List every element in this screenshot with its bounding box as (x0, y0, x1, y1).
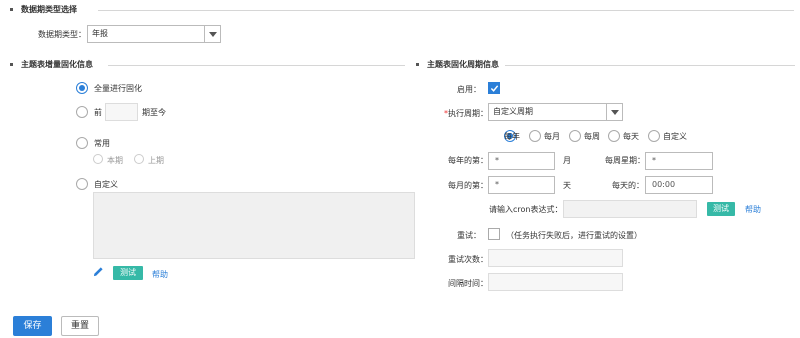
chevron-down-icon (606, 104, 622, 120)
radio-current-period-label: 本期 (107, 156, 123, 165)
section-title-incremental: 主题表增量固化信息 (10, 59, 93, 70)
freq-monthly-label: 每月 (544, 132, 560, 141)
freq-daily-radio[interactable] (608, 130, 620, 142)
freq-yearly-label: 每年 (504, 132, 520, 141)
period-label: *执行周期： (444, 108, 488, 119)
radio-previous-period[interactable] (134, 154, 144, 164)
freq-daily-label: 每天 (623, 132, 639, 141)
day-unit: 天 (563, 181, 571, 190)
prev-periods-input[interactable] (105, 103, 138, 121)
retry-label: 重试： (457, 231, 481, 240)
save-button[interactable]: 保存 (13, 316, 52, 336)
section-divider (98, 10, 794, 11)
radio-common[interactable] (76, 137, 88, 149)
radio-custom-label: 自定义 (94, 180, 118, 189)
year-day-label: 每年的第： (448, 156, 488, 165)
incremental-test-button[interactable]: 测试 (113, 266, 143, 280)
section-title-data-type: 数据期类型选择 (10, 4, 77, 15)
custom-expression-textarea[interactable] (93, 192, 415, 259)
section-bullet-icon (416, 63, 419, 66)
section-divider (108, 65, 405, 66)
freq-weekly-label: 每周 (584, 132, 600, 141)
radio-custom[interactable] (76, 178, 88, 190)
month-day-input[interactable]: * (488, 176, 555, 194)
week-input[interactable]: * (645, 152, 713, 170)
freq-custom-label: 自定义 (663, 132, 687, 141)
section-bullet-icon (10, 8, 13, 11)
radio-full[interactable] (76, 82, 88, 94)
period-value: 自定义周期 (493, 107, 533, 116)
section-title-text: 主题表增量固化信息 (21, 60, 93, 69)
data-type-select[interactable]: 年报 (87, 25, 221, 43)
year-day-input[interactable]: * (488, 152, 555, 170)
cron-input[interactable] (563, 200, 697, 218)
enable-checkbox[interactable] (488, 82, 500, 94)
retry-count-label: 重试次数： (448, 255, 488, 264)
section-bullet-icon (10, 63, 13, 66)
enable-label: 启用： (457, 85, 481, 94)
incremental-help-link[interactable]: 帮助 (152, 269, 168, 280)
radio-prev-suffix: 期至今 (142, 108, 166, 117)
radio-prev-periods[interactable] (76, 106, 88, 118)
radio-prev-prefix: 前 (94, 108, 102, 117)
retry-count-input[interactable] (488, 249, 623, 267)
month-day-label: 每月的第： (448, 181, 488, 190)
cron-help-link[interactable]: 帮助 (745, 204, 761, 215)
interval-label: 间隔时间： (448, 279, 488, 288)
section-title-text: 数据期类型选择 (21, 5, 77, 14)
radio-full-label: 全量进行固化 (94, 84, 142, 93)
week-label: 每周星期： (605, 156, 645, 165)
day-time-input[interactable]: 00:00 (645, 176, 713, 194)
section-title-text: 主题表固化周期信息 (427, 60, 499, 69)
freq-custom-radio[interactable] (648, 130, 660, 142)
freq-monthly-radio[interactable] (529, 130, 541, 142)
data-type-label: 数据期类型： (38, 30, 86, 39)
freq-weekly-radio[interactable] (569, 130, 581, 142)
radio-common-label: 常用 (94, 139, 110, 148)
interval-input[interactable] (488, 273, 623, 291)
section-divider (505, 65, 795, 66)
radio-previous-period-label: 上期 (148, 156, 164, 165)
chevron-down-icon (204, 26, 220, 42)
reset-button[interactable]: 重置 (61, 316, 99, 336)
period-label-text: 执行周期： (448, 109, 488, 118)
month-unit: 月 (563, 156, 571, 165)
retry-note: （任务执行失败后，进行重试的设置） (506, 231, 642, 240)
data-type-value: 年报 (92, 29, 108, 38)
cron-test-button[interactable]: 测试 (707, 202, 735, 216)
pencil-icon[interactable] (93, 266, 104, 277)
radio-current-period[interactable] (93, 154, 103, 164)
day-time-label: 每天的： (612, 181, 644, 190)
retry-checkbox[interactable] (488, 228, 500, 240)
cron-label: 请输入cron表达式： (489, 205, 563, 214)
section-title-cycle: 主题表固化周期信息 (416, 59, 499, 70)
period-select[interactable]: 自定义周期 (488, 103, 623, 121)
